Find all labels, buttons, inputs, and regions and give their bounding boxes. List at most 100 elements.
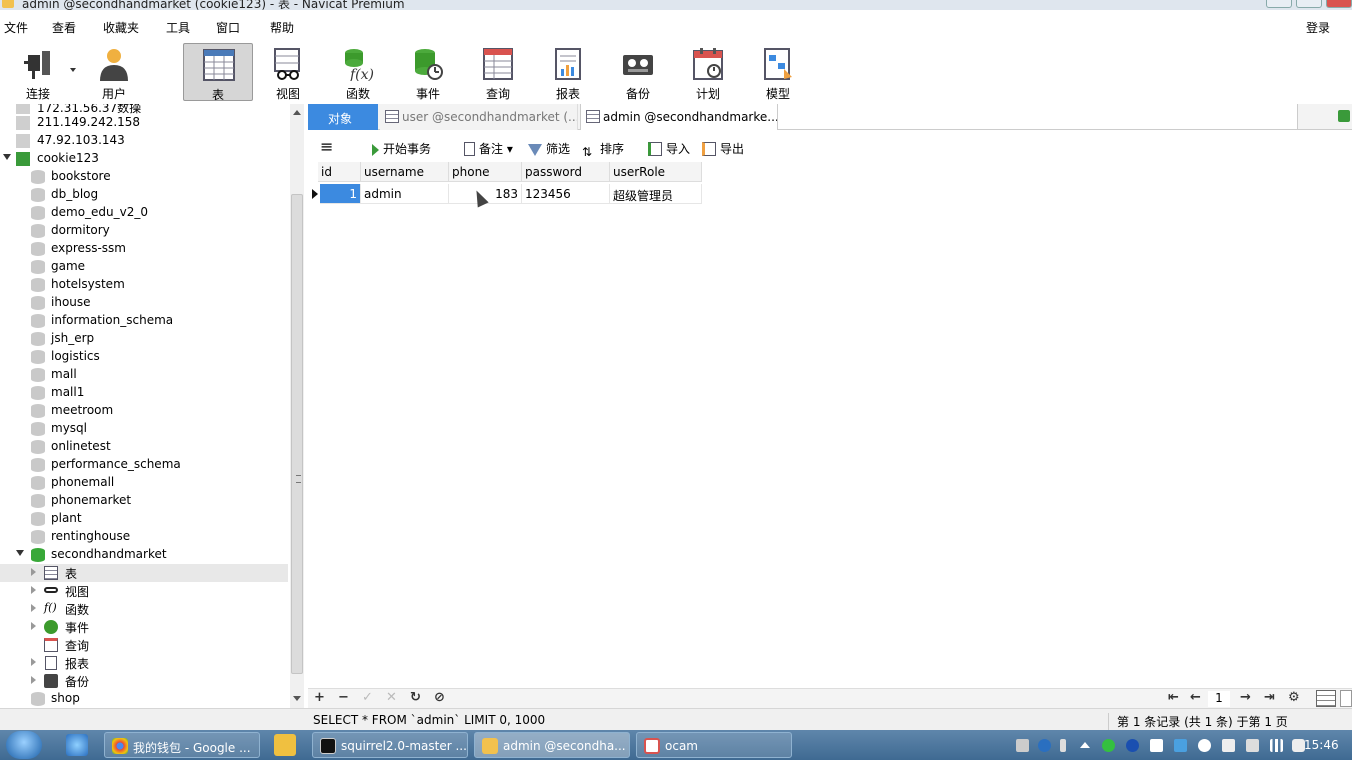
close-button[interactable] <box>1326 0 1352 8</box>
form-view-icon[interactable] <box>1340 690 1352 707</box>
connect-button[interactable]: 连接 <box>3 43 73 101</box>
help-icon[interactable] <box>1038 739 1051 752</box>
expand-arrow-icon[interactable] <box>31 622 36 630</box>
next-page-button[interactable]: → <box>1240 690 1251 705</box>
tree-connection-2[interactable]: 211.149.242.158 <box>0 114 288 132</box>
tab-user-table[interactable]: user @secondhandmarket (... <box>380 104 578 130</box>
menu-icon[interactable]: ≡ <box>320 137 333 156</box>
input-icon[interactable] <box>1060 739 1066 752</box>
shield-icon[interactable] <box>1150 739 1163 752</box>
tree-db-item[interactable]: express-ssm <box>0 240 288 258</box>
network-tray-icon[interactable] <box>1174 739 1187 752</box>
taskbar-item-chrome[interactable]: 我的钱包 - Google ... <box>104 732 260 758</box>
taskbar-item-idea[interactable]: squirrel2.0-master ... <box>312 732 468 758</box>
settings-button[interactable]: ⚙ <box>1288 690 1300 705</box>
table-button[interactable]: 表 <box>183 43 253 102</box>
column-header-phone[interactable]: phone <box>449 162 522 182</box>
new-tab-icon[interactable] <box>1338 110 1350 122</box>
keyboard-icon[interactable] <box>1016 739 1029 752</box>
menu-tools[interactable]: 工具 <box>166 19 190 36</box>
discard-changes-button[interactable]: ✕ <box>386 690 397 705</box>
refresh-button[interactable]: ↻ <box>410 690 421 705</box>
start-button[interactable] <box>6 731 42 759</box>
report-button[interactable]: 报表 <box>533 43 603 101</box>
menu-help[interactable]: 帮助 <box>270 19 294 36</box>
wechat-icon[interactable] <box>1102 739 1115 752</box>
note-button[interactable]: 备注 ▾ <box>464 140 513 157</box>
schedule-button[interactable]: 计划 <box>673 43 743 101</box>
scroll-down-icon[interactable] <box>293 696 301 701</box>
function-button[interactable]: f(x) 函数 <box>323 43 393 101</box>
column-header-username[interactable]: username <box>361 162 449 182</box>
tree-connection-cookie123[interactable]: cookie123 <box>0 150 288 168</box>
tree-db-item[interactable]: plant <box>0 510 288 528</box>
tree-db-item[interactable]: phonemall <box>0 474 288 492</box>
event-button[interactable]: 事件 <box>393 43 463 101</box>
tree-db-item[interactable]: mall <box>0 366 288 384</box>
scroll-up-icon[interactable] <box>293 110 301 115</box>
sidebar-scrollbar[interactable] <box>290 104 304 708</box>
power-icon[interactable] <box>1246 739 1259 752</box>
begin-transaction-button[interactable]: 开始事务 <box>372 140 431 157</box>
export-button[interactable]: 导出 <box>702 140 744 157</box>
last-page-button[interactable]: ⇥ <box>1264 690 1275 705</box>
tab-admin-table[interactable]: admin @secondhandmarke... <box>580 104 778 130</box>
tree-db-item[interactable]: db_blog <box>0 186 288 204</box>
column-header-userrole[interactable]: userRole <box>610 162 702 182</box>
tree-db-item[interactable]: mysql <box>0 420 288 438</box>
apply-changes-button[interactable]: ✓ <box>362 690 373 705</box>
cell-password[interactable]: 123456 <box>522 184 610 204</box>
tree-item-backups[interactable]: 备份 <box>0 672 288 690</box>
tree-db-item[interactable]: phonemarket <box>0 492 288 510</box>
expand-arrow-icon[interactable] <box>31 568 36 576</box>
tree-db-item[interactable]: demo_edu_v2_0 <box>0 204 288 222</box>
tree-item-events[interactable]: 事件 <box>0 618 288 636</box>
tree-db-item[interactable]: meetroom <box>0 402 288 420</box>
sort-button[interactable]: ⇅ 排序 <box>582 140 624 159</box>
tray-expand-icon[interactable] <box>1080 742 1090 748</box>
taskbar-item-ocam[interactable]: ocam <box>636 732 792 758</box>
chevron-down-icon[interactable] <box>70 68 76 72</box>
first-page-button[interactable]: ⇤ <box>1168 690 1179 705</box>
signal-icon[interactable] <box>1270 739 1283 752</box>
cell-username[interactable]: admin <box>361 184 449 204</box>
delete-record-button[interactable]: − <box>338 690 349 705</box>
tree-db-item[interactable]: onlinetest <box>0 438 288 456</box>
tree-db-item[interactable]: game <box>0 258 288 276</box>
expand-arrow-icon[interactable] <box>31 658 36 666</box>
tree-item-functions[interactable]: f() 函数 <box>0 600 288 618</box>
tree-db-secondhandmarket[interactable]: secondhandmarket <box>0 546 288 564</box>
tree-item-tables[interactable]: 表 <box>0 564 288 582</box>
bluetooth-icon[interactable] <box>1126 739 1139 752</box>
column-header-id[interactable]: id <box>318 162 361 182</box>
scrollbar-thumb[interactable] <box>291 194 303 674</box>
expand-arrow-icon[interactable] <box>31 586 36 594</box>
stop-button[interactable]: ⊘ <box>434 690 445 705</box>
prev-page-button[interactable]: ← <box>1190 690 1201 705</box>
tree-db-item[interactable]: performance_schema <box>0 456 288 474</box>
app-tray-icon[interactable] <box>1198 739 1211 752</box>
tree-item-reports[interactable]: 报表 <box>0 654 288 672</box>
tree-db-item[interactable]: mall1 <box>0 384 288 402</box>
taskbar-item-navicat[interactable]: admin @secondha... <box>474 732 630 758</box>
user-button[interactable]: 用户 <box>79 43 149 101</box>
tab-objects[interactable]: 对象 <box>308 104 378 130</box>
add-record-button[interactable]: + <box>314 690 325 705</box>
login-link[interactable]: 登录 <box>1306 19 1330 36</box>
column-header-password[interactable]: password <box>522 162 610 182</box>
tree-connection-3[interactable]: 47.92.103.143 <box>0 132 288 150</box>
expand-arrow-icon[interactable] <box>3 154 11 160</box>
tree-db-item[interactable]: hotelsystem <box>0 276 288 294</box>
menu-window[interactable]: 窗口 <box>216 19 240 36</box>
grid-view-icon[interactable] <box>1316 690 1336 707</box>
cell-userrole[interactable]: 超级管理员 <box>610 184 702 204</box>
tree-item-views[interactable]: 视图 <box>0 582 288 600</box>
query-button[interactable]: 查询 <box>463 43 533 101</box>
expand-arrow-icon[interactable] <box>31 604 36 612</box>
menu-favorites[interactable]: 收藏夹 <box>103 19 139 36</box>
tree-db-item[interactable]: information_schema <box>0 312 288 330</box>
tree-db-item[interactable]: rentinghouse <box>0 528 288 546</box>
expand-arrow-icon[interactable] <box>16 550 24 556</box>
ie-icon[interactable] <box>66 734 88 756</box>
tree-db-item[interactable]: jsh_erp <box>0 330 288 348</box>
